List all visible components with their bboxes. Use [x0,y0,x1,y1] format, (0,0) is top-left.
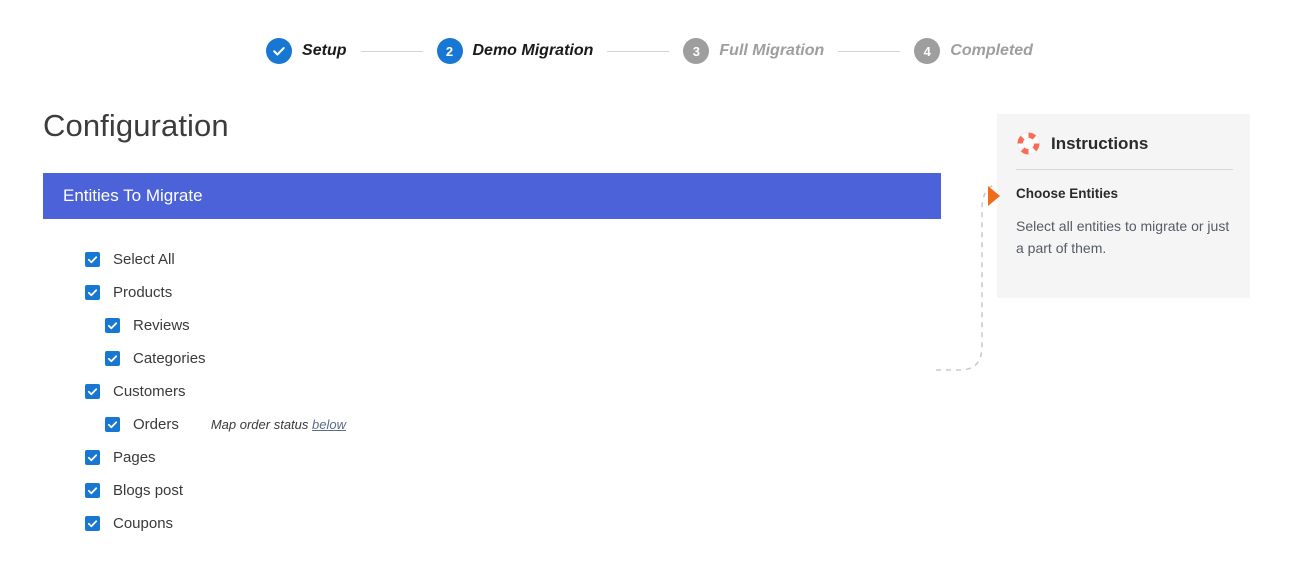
entity-label: Customers [113,383,186,400]
instructions-header: Instructions [997,114,1250,156]
checkbox-pages[interactable] [85,450,100,465]
progress-stepper: Setup 2 Demo Migration 3 Full Migration 4 Comp… [0,38,1299,64]
entity-label: Products [113,284,173,301]
checkbox-customers[interactable] [85,384,100,399]
page-title: Configuration [43,108,229,143]
lifebuoy-icon [1016,131,1041,156]
entities-to-migrate-header: Entities To Migrate [43,173,941,219]
checkbox-products[interactable] [85,285,100,300]
checkbox-blogs-post[interactable] [85,483,100,498]
entity-note-text: Map order status [210,417,309,432]
instructions-subtitle: Choose Entities [1016,186,1119,201]
stepper-step-setup[interactable]: Setup [266,38,347,64]
stepper-connector-line [607,50,670,52]
entity-row[interactable]: Products [43,276,941,309]
stepper-connector-line [838,50,901,52]
entity-row[interactable]: Categories [43,342,941,375]
instructions-title: Instructions [1051,133,1149,153]
entity-label: Categories [133,350,206,367]
entity-label: Reviews [133,317,190,334]
entity-note: Map order status below [211,417,346,432]
checkbox-reviews[interactable] [105,318,120,333]
stepper-connector-line [360,50,423,52]
check-icon [266,38,293,64]
stepper-step-number: 2 [436,38,463,64]
orange-pointer-icon [988,186,1000,206]
entities-checkbox-list: Select All Products Reviews Categories Custo… [43,243,941,540]
entity-label: Coupons [113,515,174,532]
checkbox-select-all[interactable] [85,252,100,267]
stepper-step-number: 4 [914,38,941,64]
stepper-step-full-migration[interactable]: 3 Full Migration [683,38,824,64]
entity-label: Pages [113,449,156,466]
entity-row[interactable]: Orders Map order status below [43,408,941,441]
stepper-step-completed[interactable]: 4 Completed [914,38,1033,64]
stepper-step-label: Setup [302,42,347,59]
instructions-panel: Instructions Choose Entities Select all … [988,114,1250,298]
entity-row[interactable]: Select All [43,243,941,276]
checkbox-coupons[interactable] [85,516,100,531]
instructions-divider [1016,169,1233,170]
entity-row[interactable]: Coupons [43,507,941,540]
stepper-step-label: Full Migration [719,42,825,59]
instructions-body-text: Select all entities to migrate or just a… [1016,218,1230,256]
entity-row[interactable]: Pages [43,441,941,474]
entity-row[interactable]: Customers [43,375,941,408]
entity-row[interactable]: Reviews [43,309,941,342]
entity-row[interactable]: Blogs post [43,474,941,507]
stepper-step-number: 3 [683,38,710,64]
stepper-step-demo-migration[interactable]: 2 Demo Migration [436,38,594,64]
map-order-status-link[interactable]: below [312,417,346,432]
entities-to-migrate-title: Entities To Migrate [63,186,203,205]
checkbox-categories[interactable] [105,351,120,366]
entity-label: Blogs post [113,482,184,499]
stepper-step-label: Completed [950,42,1033,59]
stepper-step-label: Demo Migration [472,42,594,59]
entity-label: Select All [113,251,175,268]
checkbox-orders[interactable] [105,417,120,432]
entity-label: Orders [133,416,179,433]
